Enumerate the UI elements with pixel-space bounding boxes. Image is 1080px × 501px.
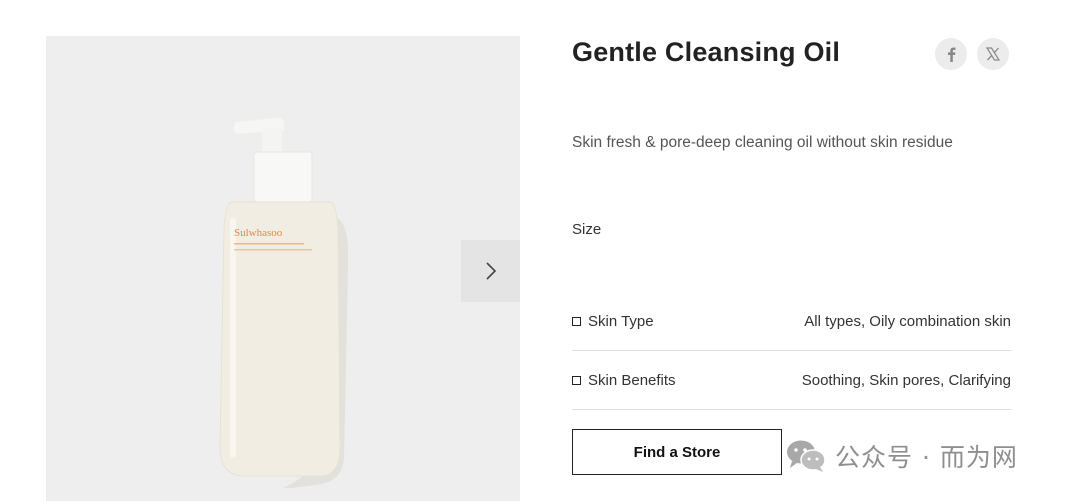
attribute-value: Soothing, Skin pores, Clarifying (801, 371, 1011, 389)
watermark: 公众号 · 而为网 (785, 438, 1018, 474)
product-description: Skin fresh & pore-deep cleaning oil with… (572, 134, 953, 151)
bullet-square-icon (572, 375, 581, 385)
attribute-row-skin-benefits: Skin Benefits Soothing, Skin pores, Clar… (572, 351, 1011, 410)
facebook-share-button[interactable] (935, 38, 967, 70)
product-bottle-image: Sulwhasoo (219, 118, 348, 488)
brand-label-text: Sulwhasoo (234, 227, 283, 239)
attribute-label: Skin Benefits (588, 371, 676, 389)
size-label: Size (572, 221, 602, 238)
chevron-right-icon (485, 262, 496, 280)
watermark-text: 公众号 · 而为网 (835, 443, 1018, 472)
facebook-icon (948, 47, 956, 62)
attribute-label: Skin Type (588, 312, 654, 330)
wechat-icon (787, 440, 826, 472)
product-title: Gentle Cleansing Oil (572, 37, 841, 67)
x-logo-icon (985, 47, 1001, 61)
x-share-button[interactable] (977, 38, 1009, 70)
bullet-square-icon (572, 316, 581, 326)
attribute-row-skin-type: Skin Type All types, Oily combination sk… (572, 292, 1011, 351)
find-a-store-button[interactable]: Find a Store (572, 429, 782, 475)
product-info-panel: Gentle Cleansing Oil Skin fresh & pore-d… (572, 0, 1012, 501)
attribute-value: All types, Oily combination skin (804, 312, 1011, 330)
gallery-next-button[interactable] (461, 240, 520, 302)
product-image-gallery: Sulwhasoo (46, 36, 520, 501)
